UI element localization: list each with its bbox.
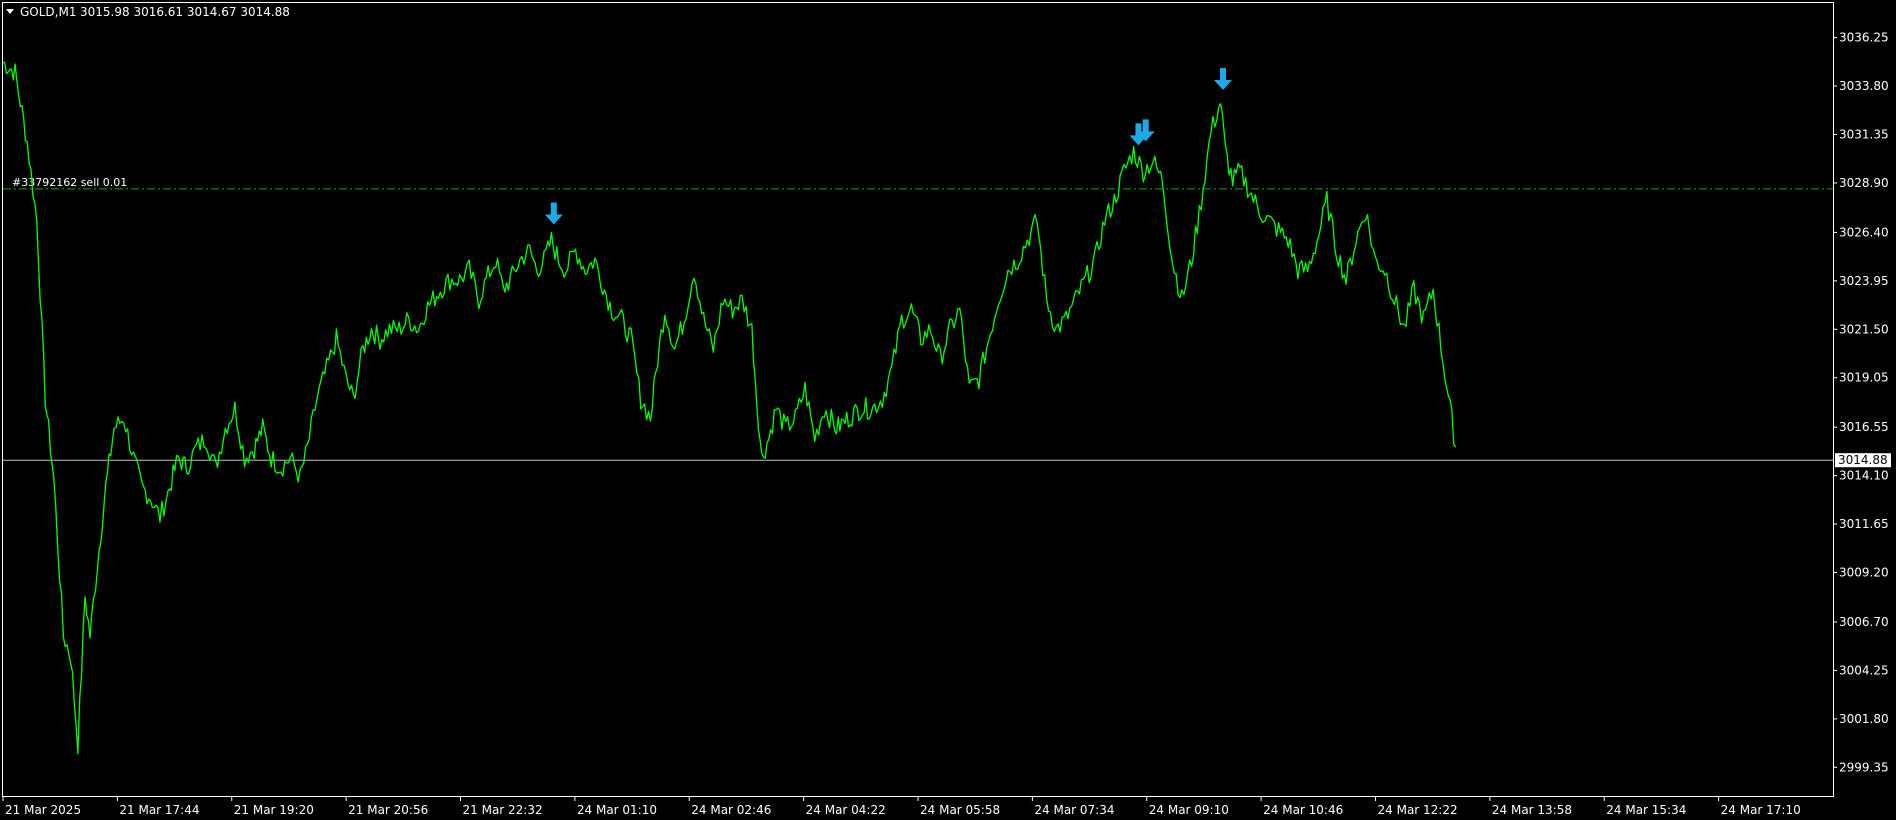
time-tick-label: 24 Mar 17:10 [1721, 803, 1801, 817]
price-tick-label: 3021.50 [1839, 322, 1889, 336]
price-tick-label: 2999.35 [1839, 760, 1889, 774]
time-tick-label: 21 Mar 20:56 [348, 803, 428, 817]
bid-price-label: 3014.88 [1838, 453, 1888, 467]
time-tick-label: 21 Mar 22:32 [463, 803, 543, 817]
price-tick-label: 3026.40 [1839, 225, 1889, 239]
bid-price-box: 3014.88 [1835, 453, 1891, 468]
price-tick-label: 3028.90 [1839, 176, 1889, 190]
time-tick-label: 24 Mar 07:34 [1034, 803, 1114, 817]
price-tick-label: 3023.95 [1839, 274, 1889, 288]
price-tick-label: 3011.65 [1839, 517, 1889, 531]
time-tick-label: 24 Mar 10:46 [1263, 803, 1343, 817]
time-tick-label: 24 Mar 15:34 [1606, 803, 1686, 817]
price-tick-label: 3036.25 [1839, 31, 1889, 45]
price-tick-label: 3019.05 [1839, 371, 1889, 385]
price-tick-label: 3009.20 [1839, 566, 1889, 580]
ohlc-values: 3015.98 3016.61 3014.67 3014.88 [80, 5, 290, 19]
time-tick-label: 24 Mar 01:10 [577, 803, 657, 817]
order-label: #33792162 sell 0.01 [12, 176, 127, 189]
price-tick-label: 3006.70 [1839, 615, 1889, 629]
time-tick-label: 24 Mar 13:58 [1492, 803, 1572, 817]
time-tick-label: 21 Mar 2025 [5, 803, 81, 817]
price-chart[interactable]: GOLD,M1 3015.98 3016.61 3014.67 3014.88 … [0, 0, 1896, 820]
price-tick-label: 3014.10 [1839, 469, 1889, 483]
time-tick-label: 24 Mar 09:10 [1149, 803, 1229, 817]
time-tick-label: 21 Mar 19:20 [234, 803, 314, 817]
price-tick-label: 3033.80 [1839, 79, 1889, 93]
time-tick-label: 24 Mar 02:46 [691, 803, 771, 817]
time-tick-label: 24 Mar 05:58 [920, 803, 1000, 817]
price-tick-label: 3016.55 [1839, 420, 1889, 434]
price-tick-label: 3004.25 [1839, 663, 1889, 677]
symbol-timeframe: GOLD,M1 [20, 5, 76, 19]
chart-header: GOLD,M1 3015.98 3016.61 3014.67 3014.88 [6, 5, 290, 19]
time-tick-label: 24 Mar 12:22 [1378, 803, 1458, 817]
price-tick-label: 3001.80 [1839, 712, 1889, 726]
time-tick-label: 21 Mar 17:44 [119, 803, 199, 817]
price-tick-label: 3031.35 [1839, 128, 1889, 142]
chart-background [0, 0, 1896, 820]
time-tick-label: 24 Mar 04:22 [806, 803, 886, 817]
